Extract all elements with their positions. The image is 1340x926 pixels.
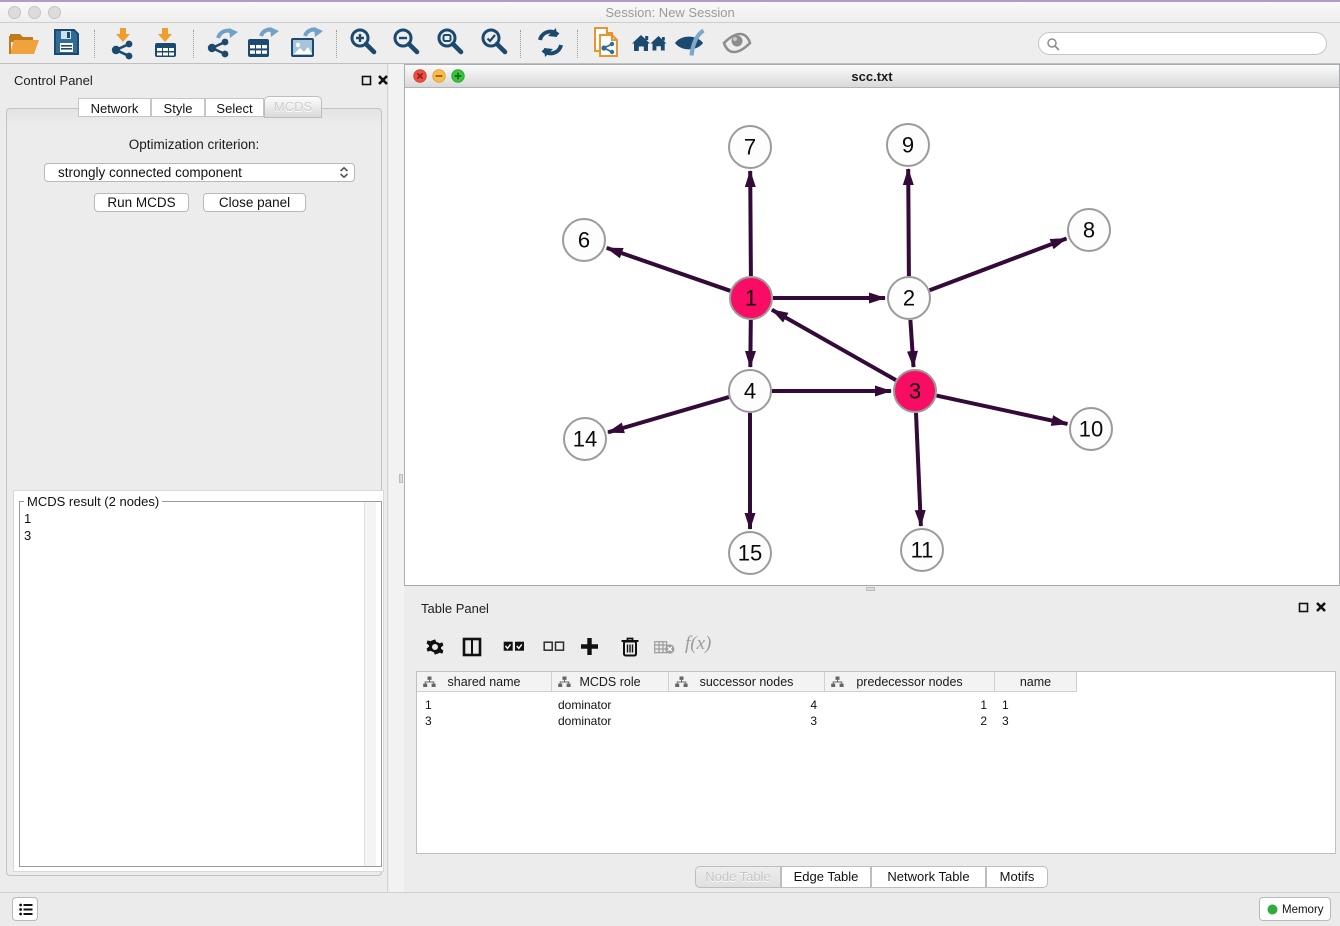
- svg-text:1: 1: [745, 286, 757, 311]
- svg-text:9: 9: [902, 133, 914, 158]
- svg-text:10: 10: [1079, 417, 1103, 442]
- svg-text:7: 7: [744, 135, 756, 160]
- svg-text:11: 11: [911, 538, 934, 563]
- svg-text:8: 8: [1083, 218, 1095, 243]
- svg-text:15: 15: [738, 541, 762, 566]
- svg-text:3: 3: [909, 379, 921, 404]
- svg-text:6: 6: [578, 228, 590, 253]
- svg-text:14: 14: [573, 427, 597, 452]
- svg-text:4: 4: [744, 379, 756, 404]
- svg-text:2: 2: [903, 286, 915, 311]
